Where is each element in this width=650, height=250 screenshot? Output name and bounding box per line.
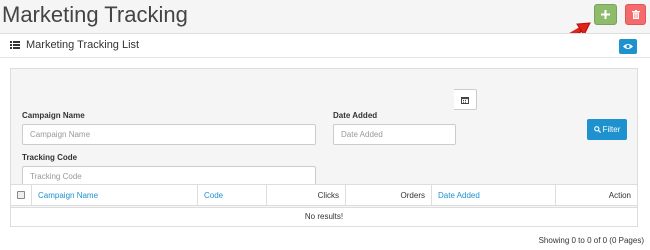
column-orders: Orders bbox=[345, 184, 432, 206]
calendar-button[interactable] bbox=[454, 89, 477, 110]
date-added-label: Date Added bbox=[333, 111, 378, 120]
column-campaign-name[interactable]: Campaign Name bbox=[31, 184, 198, 206]
eye-icon bbox=[623, 44, 633, 49]
list-icon bbox=[10, 41, 20, 49]
tracking-table: Campaign Name Code Clicks Orders Date Ad… bbox=[10, 184, 638, 227]
filter-button-label: Filter bbox=[602, 125, 621, 134]
select-all-cell bbox=[10, 184, 32, 206]
panel-heading: Marketing Tracking List bbox=[0, 34, 650, 58]
toggle-filter-button[interactable] bbox=[619, 39, 637, 54]
select-all-checkbox[interactable] bbox=[17, 191, 25, 200]
plus-icon bbox=[601, 10, 610, 19]
calendar-icon bbox=[461, 96, 469, 104]
panel-title: Marketing Tracking List bbox=[26, 39, 140, 51]
tracking-list-panel: Marketing Tracking List Campaign Name Ca… bbox=[0, 33, 650, 250]
table-header-row: Campaign Name Code Clicks Orders Date Ad… bbox=[10, 184, 638, 206]
campaign-name-label: Campaign Name bbox=[22, 111, 85, 120]
campaign-name-input[interactable]: Campaign Name bbox=[22, 124, 316, 145]
column-action: Action bbox=[555, 184, 638, 206]
pagination-info: Showing 0 to 0 of 0 (0 Pages) bbox=[538, 236, 644, 245]
add-button[interactable] bbox=[594, 4, 617, 25]
filter-button[interactable]: Filter bbox=[587, 119, 627, 140]
column-date-added[interactable]: Date Added bbox=[431, 184, 556, 206]
tracking-code-label: Tracking Code bbox=[22, 153, 78, 162]
search-icon bbox=[593, 126, 601, 133]
date-added-input[interactable]: Date Added bbox=[333, 124, 456, 145]
page-title: Marketing Tracking bbox=[2, 2, 188, 27]
column-code[interactable]: Code bbox=[197, 184, 267, 206]
table-row: No results! bbox=[10, 205, 638, 227]
no-results-text: No results! bbox=[10, 205, 638, 227]
column-clicks: Clicks bbox=[266, 184, 346, 206]
trash-icon bbox=[631, 10, 640, 19]
delete-button[interactable] bbox=[625, 4, 646, 25]
